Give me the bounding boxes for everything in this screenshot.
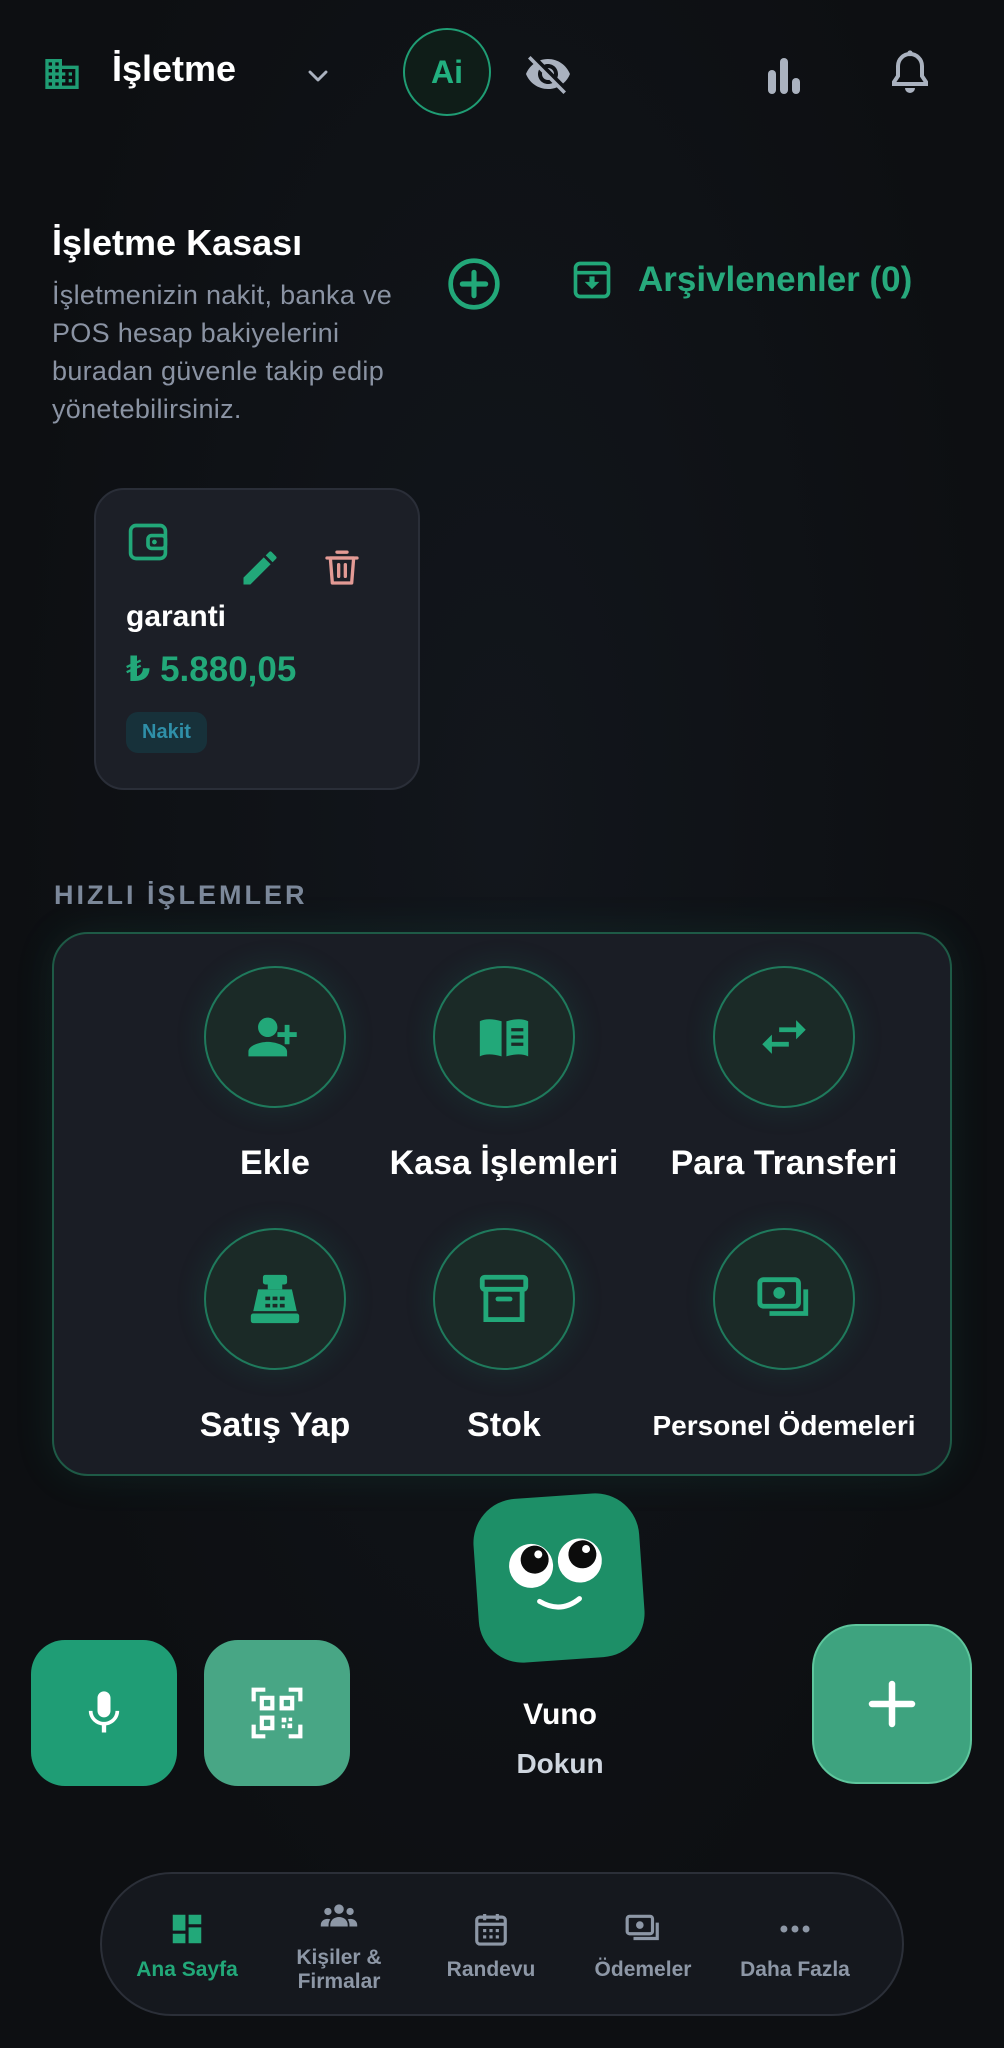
quick-action-label: Satış Yap [199,1406,351,1444]
ai-button-label: Ai [431,53,463,90]
archive-download-icon [573,261,611,299]
quick-action-circle[interactable] [713,1228,855,1370]
qr-code-scan-icon [251,1687,303,1739]
bar-chart-icon[interactable] [760,52,808,100]
quick-action-label: Ekle [240,1144,310,1182]
building-icon [45,59,79,89]
nav-label: Randevu [446,1958,536,1981]
nav-label: Daha Fazla [740,1958,850,1981]
quick-action-stok[interactable]: Stok [364,1228,644,1458]
quick-action-circle[interactable] [204,966,346,1108]
quick-action-circle[interactable] [204,1228,346,1370]
trash-icon[interactable] [322,546,362,590]
business-selector-title[interactable]: İşletme [112,48,236,90]
quick-actions-title: HIZLI İŞLEMLER [54,880,308,910]
hide-balance-eye-off-icon[interactable] [524,50,572,98]
people-icon [320,1904,358,1927]
quick-action-circle[interactable] [433,966,575,1108]
nav-item-odemeler[interactable]: Ödemeler [568,1874,718,2018]
account-name: garanti [126,600,227,633]
archived-accounts-link[interactable]: Arşivlenenler (0) [570,258,912,302]
voice-input-button[interactable] [31,1640,177,1786]
top-bar: İşletme Ai [0,0,1004,150]
nav-item-randevu[interactable]: Randevu [416,1874,566,2018]
plus-icon [868,1680,916,1728]
nav-item-daha-fazla[interactable]: Daha Fazla [720,1874,870,2018]
nav-item-ana-sayfa[interactable]: Ana Sayfa [112,1874,262,2018]
more-icon [780,1925,810,1933]
qr-scan-button[interactable] [204,1640,350,1786]
quick-action-label: Para Transferi [670,1144,898,1182]
assistant-name: Vuno [523,1698,597,1731]
vuno-mascot[interactable] [470,1490,648,1666]
payments-icon [625,1914,659,1941]
quick-action-label: Stok [467,1406,541,1444]
quick-action-label: Personel Ödemeleri [652,1410,916,1441]
nav-label: Ana Sayfa [136,1958,238,1981]
quick-action-para-transferi[interactable]: Para Transferi [644,966,924,1196]
account-card[interactable]: garanti ₺ 5.880,05 Nakit [94,488,420,790]
microphone-icon [88,1691,120,1733]
cash-register-icon [250,1274,300,1324]
assistant-tap-hint[interactable]: Dokun [460,1748,660,1780]
calendar-icon [475,1913,507,1946]
ai-assistant-button[interactable]: Ai [403,28,491,116]
quick-action-kasa-islemleri[interactable]: Kasa İşlemleri [364,966,644,1196]
quick-actions-panel: Ekle Kasa İşlemleri Para Transferi Satış… [52,932,952,1476]
section-title: İşletme Kasası [52,222,303,263]
nav-label: Ödemeler [594,1958,692,1981]
account-balance: ₺ 5.880,05 [126,650,297,689]
payments-icon [757,1277,809,1316]
transfer-icon [762,1020,806,1054]
edit-pencil-icon[interactable] [238,546,282,590]
nav-label: Kişiler & Firmalar [296,1946,382,1993]
quick-action-personel-odemeleri[interactable]: Personel Ödemeleri [644,1228,924,1458]
quick-action-circle[interactable] [713,966,855,1108]
book-icon [479,1019,529,1057]
quick-action-circle[interactable] [433,1228,575,1370]
bottom-navigation: Ana Sayfa Kişiler & Firmalar Randevu Öde… [100,1872,904,2016]
archived-label: Arşivlenenler (0) [638,260,913,299]
dashboard-icon [172,1914,202,1944]
mascot-face-icon [509,1538,602,1610]
bell-icon[interactable] [886,48,934,100]
person-add-icon [248,1017,297,1057]
home-screen: İşletme Ai İşletme Kasası İşletmenizin n… [0,0,1004,2048]
section-description: İşletmenizin nakit, banka ve POS hesap b… [52,280,393,424]
quick-action-label: Kasa İşlemleri [389,1144,619,1182]
chevron-down-icon[interactable] [302,60,334,92]
add-fab-button[interactable] [812,1624,972,1784]
archive-box-icon [479,1274,529,1322]
wallet-icon [128,523,168,561]
nav-item-kisiler-firmalar[interactable]: Kişiler & Firmalar [264,1874,414,2018]
add-account-circle-icon[interactable] [446,256,502,312]
account-type-badge: Nakit [126,712,207,753]
